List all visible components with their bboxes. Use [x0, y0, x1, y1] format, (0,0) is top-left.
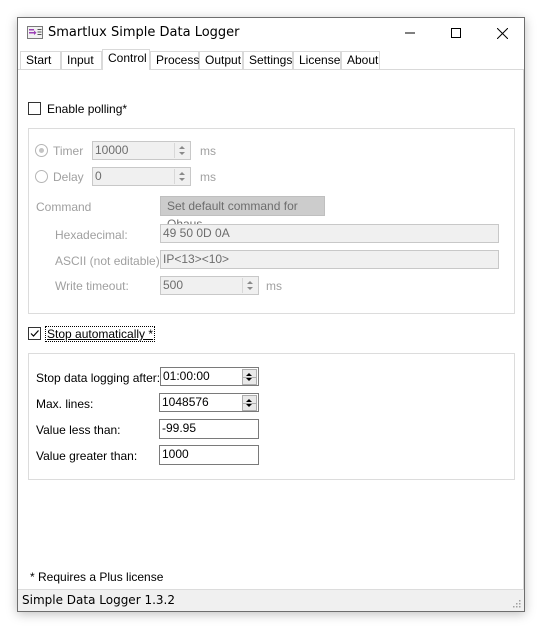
stop-after-spinner[interactable] — [242, 369, 257, 385]
tab-start[interactable]: Start — [20, 51, 61, 69]
timer-spinner[interactable] — [174, 143, 189, 158]
app-icon — [27, 26, 43, 39]
spin-down-icon — [179, 152, 185, 155]
maximize-button[interactable] — [433, 18, 479, 48]
timer-value: 10000 — [95, 143, 129, 157]
spin-up-icon — [246, 399, 252, 402]
title-bar: Smartlux Simple Data Logger — [18, 18, 524, 48]
spin-down-icon — [246, 378, 252, 381]
spin-down-icon — [246, 404, 252, 407]
tab-strip: Start Input Control Process Output Setti… — [18, 49, 524, 70]
tab-settings[interactable]: Settings — [243, 51, 293, 69]
spin-up-icon — [246, 373, 252, 376]
resize-grip-icon[interactable] — [511, 598, 521, 608]
tab-license[interactable]: License — [293, 51, 341, 69]
delay-spinner[interactable] — [174, 169, 189, 184]
timer-unit: ms — [200, 144, 216, 158]
polling-group: Timer 10000 ms Delay 0 ms Command Set de… — [28, 128, 515, 314]
close-icon — [496, 27, 508, 39]
write-timeout-value: 500 — [163, 278, 184, 292]
max-lines-label: Max. lines: — [36, 397, 94, 411]
app-window: Smartlux Simple Data Logger Start Input … — [17, 17, 525, 612]
value-less-than-input[interactable]: -99.95 — [159, 419, 259, 439]
tab-control[interactable]: Control — [102, 49, 150, 70]
set-default-command-button[interactable]: Set default command for Ohaus — [160, 196, 325, 231]
stop-group: Stop data logging after: 01:00:00 Max. l… — [28, 353, 515, 480]
license-footnote: * Requires a Plus license — [30, 570, 164, 584]
delay-value: 0 — [95, 169, 102, 183]
max-lines-spinner[interactable] — [242, 395, 257, 411]
timer-label: Timer — [53, 144, 84, 158]
close-button[interactable] — [479, 18, 525, 48]
spin-up-icon — [179, 146, 185, 149]
ascii-label: ASCII (not editable): — [55, 254, 164, 268]
ascii-input: IP<13><10> — [160, 250, 499, 269]
hexadecimal-input[interactable]: 49 50 0D 0A — [160, 224, 499, 243]
timer-radio[interactable] — [35, 144, 48, 157]
tab-about[interactable]: About — [341, 51, 380, 69]
spin-up-icon — [247, 281, 253, 284]
stop-after-value: 01:00:00 — [163, 369, 210, 383]
write-timeout-input[interactable]: 500 — [160, 276, 259, 295]
stop-automatically-label[interactable]: Stop automatically * — [45, 326, 156, 342]
tab-output[interactable]: Output — [199, 51, 243, 69]
value-greater-than-label: Value greater than: — [36, 449, 138, 463]
write-timeout-label: Write timeout: — [55, 279, 129, 293]
stop-after-label: Stop data logging after: — [36, 371, 161, 385]
write-timeout-spinner[interactable] — [242, 278, 257, 293]
enable-polling-checkbox[interactable] — [28, 102, 41, 115]
value-less-than-label: Value less than: — [36, 423, 121, 437]
hexadecimal-label: Hexadecimal: — [55, 228, 128, 242]
delay-label: Delay — [53, 170, 84, 184]
delay-radio[interactable] — [35, 170, 48, 183]
minimize-icon — [405, 32, 415, 34]
spin-down-icon — [179, 178, 185, 181]
delay-unit: ms — [200, 170, 216, 184]
spin-up-icon — [179, 172, 185, 175]
status-version: Simple Data Logger 1.3.2 — [22, 593, 175, 607]
maximize-icon — [451, 28, 461, 38]
timer-input[interactable]: 10000 — [92, 141, 191, 160]
enable-polling-label[interactable]: Enable polling* — [47, 102, 127, 116]
write-timeout-unit: ms — [266, 279, 282, 293]
status-bar: Simple Data Logger 1.3.2 — [18, 589, 524, 611]
value-greater-than-input[interactable]: 1000 — [159, 445, 259, 465]
tab-process[interactable]: Process — [150, 51, 199, 69]
max-lines-value: 1048576 — [162, 395, 209, 409]
minimize-button[interactable] — [387, 18, 433, 48]
control-panel: Enable polling* Timer 10000 ms Delay 0 m… — [18, 69, 524, 593]
stop-after-input[interactable]: 01:00:00 — [160, 367, 259, 386]
command-label: Command — [36, 200, 92, 214]
spin-down-icon — [247, 287, 253, 290]
max-lines-input[interactable]: 1048576 — [159, 393, 259, 412]
tab-input[interactable]: Input — [61, 51, 102, 69]
delay-input[interactable]: 0 — [92, 167, 191, 186]
stop-automatically-checkbox[interactable] — [28, 327, 41, 340]
checkmark-icon — [30, 330, 39, 337]
window-title: Smartlux Simple Data Logger — [48, 25, 240, 40]
